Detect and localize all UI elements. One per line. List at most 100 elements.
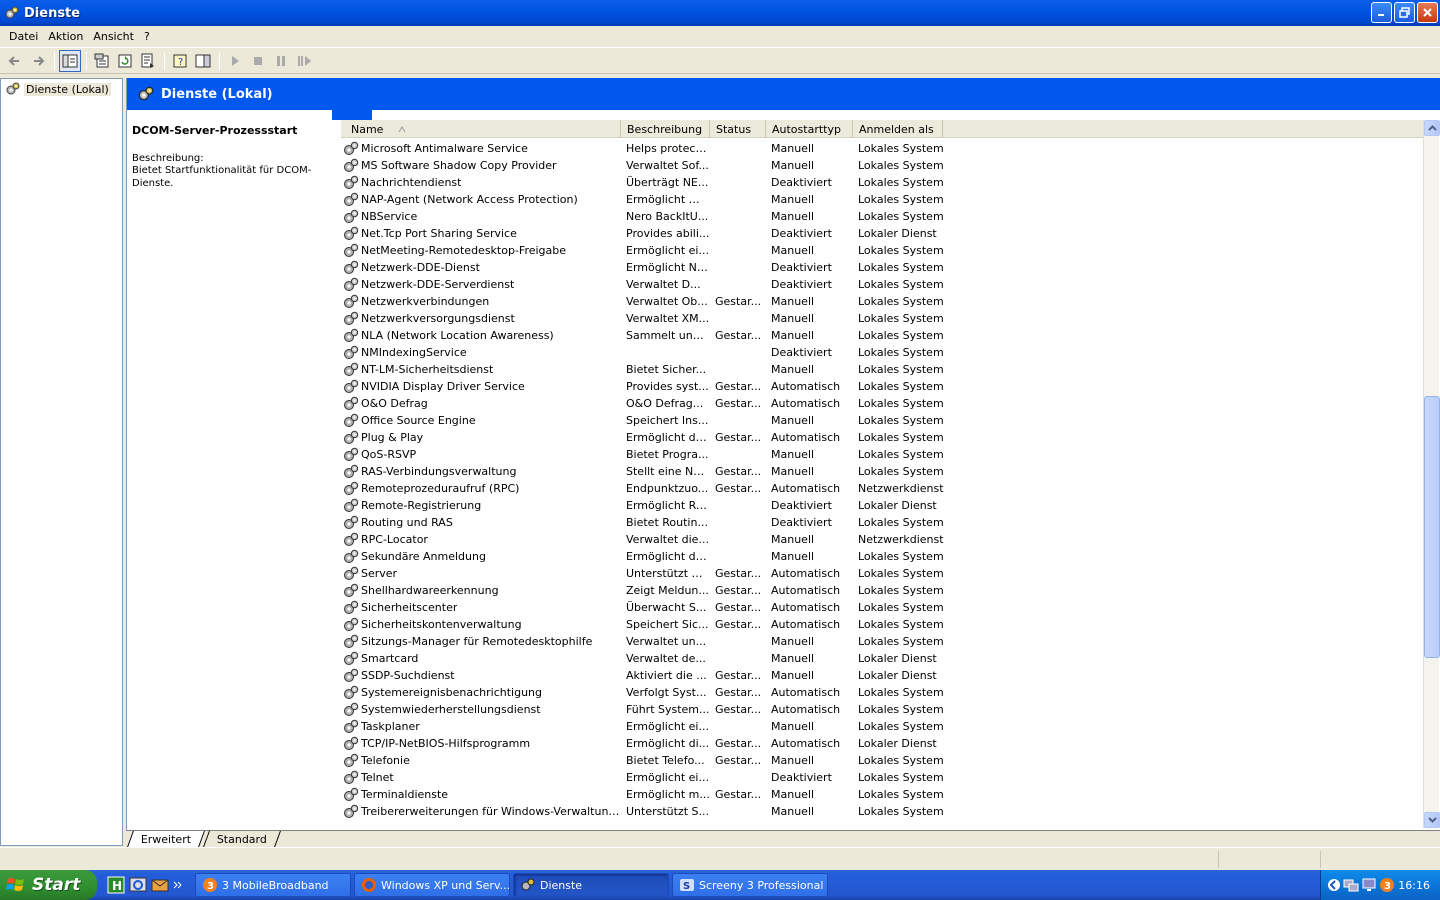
service-row[interactable]: Netzwerk-DDE-Serverdienst Verwaltet D... D… <box>341 276 1423 293</box>
service-row[interactable]: NAP-Agent (Network Access Protection) Erm… <box>341 191 1423 208</box>
service-log-on-as-cell: Lokales System <box>858 618 944 631</box>
service-row[interactable]: Smartcard Verwaltet de... Manuell Lokaler D… <box>341 650 1423 667</box>
mail-icon[interactable] <box>151 876 169 894</box>
service-name: NLA (Network Location Awareness) <box>361 329 554 342</box>
menu-help[interactable]: ? <box>139 30 155 43</box>
service-row[interactable]: Netzwerkverbindungen Verwaltet Ob... Gesta… <box>341 293 1423 310</box>
service-row[interactable]: O&O Defrag O&O Defrag... Gestar... Automati… <box>341 395 1423 412</box>
service-row[interactable]: Treibererweiterungen für Windows-Verwalt… <box>341 803 1423 820</box>
stop-service-button[interactable] <box>247 50 269 72</box>
scroll-up-button[interactable] <box>1424 120 1440 136</box>
service-row[interactable]: NMIndexingService Deaktiviert Lokales Syst… <box>341 344 1423 361</box>
tree-node-services-local[interactable]: Dienste (Lokal) <box>5 81 122 97</box>
service-row[interactable]: Net.Tcp Port Sharing Service Provides abi… <box>341 225 1423 242</box>
service-row[interactable]: Sicherheitskontenverwaltung Speichert Sic… <box>341 616 1423 633</box>
service-log-on-as-cell: Lokales System <box>858 567 944 580</box>
network-icon[interactable] <box>1343 877 1359 893</box>
service-row[interactable]: Nachrichtendienst Überträgt NE... Deaktivi… <box>341 174 1423 191</box>
service-row[interactable]: Netzwerkversorgungsdienst Verwaltet XM...… <box>341 310 1423 327</box>
service-row[interactable]: Routing und RAS Bietet Routin... Deaktivie… <box>341 514 1423 531</box>
refresh-button[interactable] <box>114 50 136 72</box>
service-row[interactable]: QoS-RSVP Bietet Progra... Manuell Lokales S… <box>341 446 1423 463</box>
service-row[interactable]: RAS-Verbindungsverwaltung Stellt eine Ne.… <box>341 463 1423 480</box>
service-description-cell: Verwaltet D... <box>626 278 701 291</box>
service-row[interactable]: Telefonie Bietet Telefo... Gestar... Manuel… <box>341 752 1423 769</box>
service-row[interactable]: Remoteprozeduraufruf (RPC) Endpunktzuo...… <box>341 480 1423 497</box>
service-row[interactable]: Server Unterstützt D... Gestar... Automatis… <box>341 565 1423 582</box>
properties-button[interactable] <box>91 50 113 72</box>
menu-ansicht[interactable]: Ansicht <box>88 30 139 43</box>
service-gear-icon <box>344 430 359 444</box>
service-gear-icon <box>344 753 359 767</box>
service-row[interactable]: RPC-Locator Verwaltet die... Manuell Netzwe… <box>341 531 1423 548</box>
taskbar-button-mobilebroadband[interactable]: 3 3 MobileBroadband <box>195 873 351 897</box>
column-header-status[interactable]: Status <box>710 120 766 138</box>
close-icon <box>1423 8 1432 17</box>
tab-extended[interactable]: Erweitert <box>127 831 206 847</box>
service-row[interactable]: Terminaldienste Ermöglicht m... Gestar... M… <box>341 786 1423 803</box>
service-row[interactable]: Sitzungs-Manager für Remotedesktophilfe V… <box>341 633 1423 650</box>
close-button[interactable] <box>1417 2 1438 23</box>
monitor-icon[interactable] <box>1361 877 1377 893</box>
service-row[interactable]: Office Source Engine Speichert Ins... Manu… <box>341 412 1423 429</box>
service-row[interactable]: Remote-Registrierung Ermöglicht Re... Deak… <box>341 497 1423 514</box>
service-row[interactable]: NBService Nero BackItU... Manuell Lokales S… <box>341 208 1423 225</box>
export-list-button[interactable] <box>137 50 159 72</box>
service-row[interactable]: Systemwiederherstellungsdienst Führt Syst… <box>341 701 1423 718</box>
service-row[interactable]: Telnet Ermöglicht ei... Deaktiviert Lokales… <box>341 769 1423 786</box>
chevron-left-icon[interactable] <box>1327 878 1341 892</box>
start-service-button[interactable] <box>224 50 246 72</box>
taskbar-button-services[interactable]: Dienste <box>513 873 669 897</box>
taskbar-button-firefox[interactable]: Windows XP und Serv... <box>354 873 510 897</box>
service-row[interactable]: NT-LM-Sicherheitsdienst Bietet Sicher... M… <box>341 361 1423 378</box>
service-log-on-as-cell: Lokales System <box>858 703 944 716</box>
banner-tab-decoration <box>332 110 372 120</box>
service-status-cell: Gestar... <box>715 380 762 393</box>
service-status-cell: Gestar... <box>715 329 762 342</box>
refresh-icon <box>118 54 132 67</box>
scroll-down-button[interactable] <box>1424 812 1440 828</box>
tab-standard[interactable]: Standard <box>203 831 282 847</box>
service-row[interactable]: NetMeeting-Remotedesktop-Freigabe Ermögli… <box>341 242 1423 259</box>
back-button[interactable] <box>4 50 26 72</box>
menu-aktion[interactable]: Aktion <box>43 30 88 43</box>
scroll-thumb[interactable] <box>1424 396 1440 658</box>
restore-button[interactable] <box>1394 2 1415 23</box>
pause-service-button[interactable] <box>270 50 292 72</box>
column-header-description[interactable]: Beschreibung <box>621 120 710 138</box>
menu-datei[interactable]: Datei <box>4 30 43 43</box>
restart-service-button[interactable] <box>293 50 315 72</box>
service-row[interactable]: SSDP-Suchdienst Aktiviert die ... Gestar..… <box>341 667 1423 684</box>
taskbar-button-screeny[interactable]: S Screeny 3 Professional <box>672 873 828 897</box>
service-row[interactable]: Shellhardwareerkennung Zeigt Meldun... Ges… <box>341 582 1423 599</box>
service-row[interactable]: Netzwerk-DDE-Dienst Ermöglicht Ne... Deakt… <box>341 259 1423 276</box>
column-header-log-on-as[interactable]: Anmelden als <box>853 120 943 138</box>
service-name: Netzwerk-DDE-Serverdienst <box>361 278 515 291</box>
chevron-double-right-icon[interactable] <box>173 880 183 890</box>
vertical-scrollbar[interactable] <box>1423 120 1440 828</box>
service-row[interactable]: Systemereignisbenachrichtigung Verfolgt S… <box>341 684 1423 701</box>
service-row[interactable]: MS Software Shadow Copy Provider Verwalte… <box>341 157 1423 174</box>
show-tree-button[interactable] <box>59 49 81 72</box>
service-row[interactable]: TCP/IP-NetBIOS-Hilfsprogramm Ermöglicht d… <box>341 735 1423 752</box>
service-startup-type-cell: Deaktiviert <box>771 346 832 359</box>
minimize-button[interactable] <box>1371 2 1392 23</box>
column-header-name[interactable]: Name <box>341 120 621 138</box>
service-row[interactable]: Microsoft Antimalware Service Helps prote… <box>341 140 1423 157</box>
mobile-broadband-icon[interactable]: 3 <box>1379 877 1395 893</box>
forward-button[interactable] <box>27 50 49 72</box>
service-row[interactable]: Taskplaner Ermöglicht ei... Manuell Lokales… <box>341 718 1423 735</box>
svg-text:S: S <box>683 881 690 892</box>
service-row[interactable]: NLA (Network Location Awareness) Sammelt … <box>341 327 1423 344</box>
start-button[interactable]: Start <box>0 870 97 900</box>
column-header-startup-type[interactable]: Autostarttyp <box>766 120 853 138</box>
service-row[interactable]: NVIDIA Display Driver Service Provides sy… <box>341 378 1423 395</box>
show-hide-action-pane-button[interactable] <box>192 50 214 72</box>
internet-explorer-icon[interactable] <box>129 876 147 894</box>
help-button[interactable]: ? <box>169 50 191 72</box>
service-row[interactable]: Sicherheitscenter Überwacht S... Gestar...… <box>341 599 1423 616</box>
service-name: Taskplaner <box>361 720 420 733</box>
service-row[interactable]: Sekundäre Anmeldung Ermöglicht da... Manue… <box>341 548 1423 565</box>
app-h-icon[interactable]: H <box>107 876 125 894</box>
service-row[interactable]: Plug & Play Ermöglicht de... Gestar... Auto… <box>341 429 1423 446</box>
